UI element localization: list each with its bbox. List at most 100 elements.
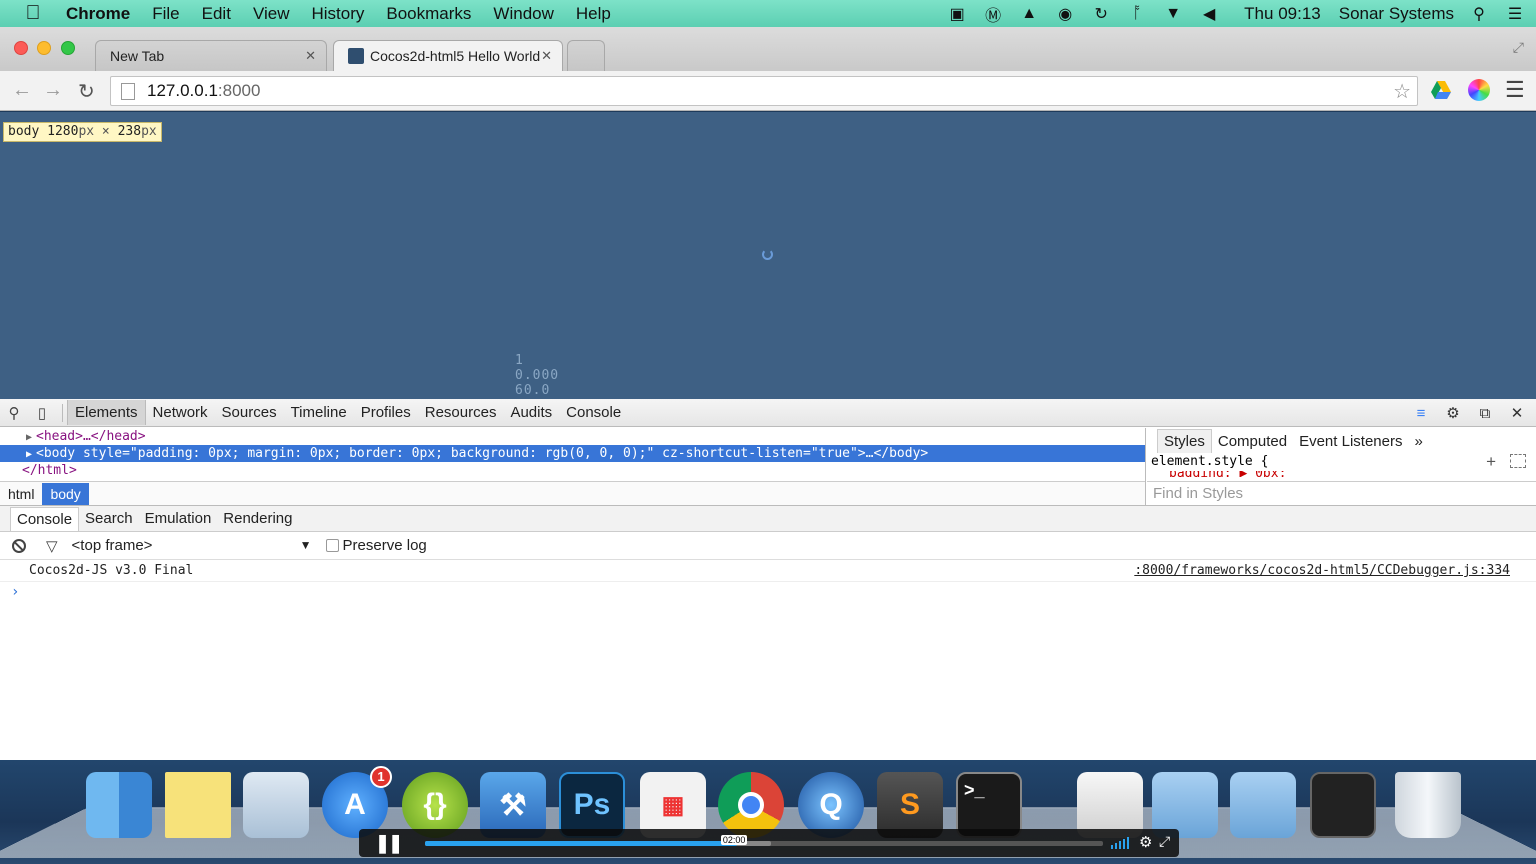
forward-arrow-icon[interactable]: → [43, 79, 63, 102]
back-arrow-icon[interactable]: ← [12, 79, 32, 102]
time-machine-icon[interactable]: ↻ [1090, 4, 1112, 24]
tooltip-unit: px [78, 124, 95, 139]
dock-side-icon[interactable]: ⧉ [1474, 405, 1496, 422]
tooltip-unit: px [141, 124, 157, 139]
bluetooth-icon[interactable]: ᚩ [1126, 4, 1148, 24]
dom-node-text: <head>…</head> [36, 429, 146, 444]
linux-folder-icon[interactable] [1230, 772, 1296, 838]
find-in-styles-input[interactable]: Find in Styles [1147, 481, 1536, 505]
device-mode-icon[interactable]: ▯ [28, 404, 56, 422]
tab-audits[interactable]: Audits [503, 400, 559, 425]
fullscreen-icon[interactable]: ⤢ [1513, 39, 1524, 56]
record-icon[interactable]: ◉ [1054, 4, 1076, 24]
chrome-menu-icon[interactable]: ☰ [1505, 77, 1527, 102]
screen-icon[interactable] [1310, 772, 1376, 838]
clear-console-icon[interactable] [12, 538, 26, 553]
dropdown-arrow-icon: ▼ [299, 538, 312, 552]
more-tabs-icon[interactable]: » [1408, 430, 1428, 453]
filter-icon[interactable]: ▽ [46, 537, 58, 555]
menu-view[interactable]: View [242, 4, 301, 24]
tab-timeline[interactable]: Timeline [284, 400, 354, 425]
tab-computed[interactable]: Computed [1212, 430, 1293, 453]
volume-bars-icon[interactable] [1111, 837, 1131, 849]
close-devtools-icon[interactable]: ✕ [1506, 404, 1528, 422]
drawer-tab-search[interactable]: Search [79, 507, 139, 530]
frame-select[interactable]: <top frame> ▼ [72, 537, 312, 554]
dom-node-head[interactable]: ▶ <head>…</head> [0, 428, 1145, 445]
stickies-icon[interactable] [165, 772, 231, 838]
breadcrumb-body[interactable]: body [42, 482, 89, 505]
drawer-tab-emulation[interactable]: Emulation [139, 507, 218, 530]
add-rule-icon[interactable]: + [1486, 454, 1496, 471]
loading-spinner-icon [762, 249, 773, 260]
element-style-rule[interactable]: element.style { + [1147, 454, 1536, 471]
trash-icon[interactable] [1395, 772, 1461, 838]
close-window-button[interactable] [14, 41, 28, 55]
breadcrumb: html body [0, 481, 1145, 505]
menu-app-name[interactable]: Chrome [66, 4, 141, 24]
notification-center-icon[interactable]: ☰ [1504, 4, 1526, 24]
color-picker-extension-icon[interactable] [1468, 79, 1490, 101]
tab-network[interactable]: Network [146, 400, 215, 425]
google-drive-icon[interactable] [1430, 79, 1452, 101]
gmail-icon[interactable]: Ⓜ [982, 4, 1004, 25]
tab-styles[interactable]: Styles [1157, 429, 1212, 453]
minimize-window-button[interactable] [37, 41, 51, 55]
breadcrumb-html[interactable]: html [0, 483, 42, 505]
console-source-link[interactable]: :8000/frameworks/cocos2d-html5/CCDebugge… [1134, 560, 1510, 582]
inspect-element-icon[interactable]: ⚲ [0, 404, 28, 422]
menu-user[interactable]: Sonar Systems [1339, 4, 1454, 24]
dom-node-html-close[interactable]: </html> [0, 462, 1145, 479]
fps-stats: 1 0.000 60.0 [515, 353, 559, 398]
apple-menu-icon[interactable]:  [0, 2, 66, 25]
address-bar[interactable]: 127.0.0.1:8000 ☆ [110, 76, 1418, 106]
reload-icon[interactable]: ↻ [78, 79, 95, 104]
toggle-element-state-icon[interactable] [1510, 454, 1526, 468]
tab-new-tab[interactable]: New Tab ✕ [95, 40, 327, 71]
pause-icon[interactable]: ❚❚ [375, 833, 403, 854]
tab-event-listeners[interactable]: Event Listeners [1293, 430, 1408, 453]
seek-bar[interactable]: 02:00 [425, 835, 1103, 846]
volume-icon[interactable]: ◀ [1198, 4, 1220, 24]
video-settings-icon[interactable]: ⚙ [1139, 833, 1152, 851]
spotlight-search-icon[interactable]: ⚲ [1468, 4, 1490, 24]
close-tab-icon[interactable]: ✕ [541, 48, 552, 64]
menu-help[interactable]: Help [565, 4, 622, 24]
show-drawer-icon[interactable]: ≡ [1410, 405, 1432, 422]
new-tab-button[interactable] [567, 40, 605, 71]
console-prompt[interactable]: › [11, 584, 19, 600]
tab-sources[interactable]: Sources [215, 400, 284, 425]
menu-history[interactable]: History [300, 4, 375, 24]
drawer-tab-rendering[interactable]: Rendering [217, 507, 298, 530]
zoom-window-button[interactable] [61, 41, 75, 55]
preserve-log-label[interactable]: Preserve log [343, 537, 427, 554]
page-viewport[interactable]: body 1280px × 238px 1 0.000 60.0 [0, 112, 1536, 399]
preserve-log-checkbox[interactable] [325, 539, 339, 552]
menu-file[interactable]: File [141, 4, 190, 24]
expand-triangle-icon[interactable]: ▶ [22, 429, 36, 445]
menu-edit[interactable]: Edit [191, 4, 242, 24]
settings-gear-icon[interactable]: ⚙ [1442, 404, 1464, 422]
close-tab-icon[interactable]: ✕ [305, 48, 316, 64]
tab-elements[interactable]: Elements [67, 400, 146, 425]
video-fullscreen-icon[interactable]: ⤢ [1159, 833, 1170, 850]
menu-clock[interactable]: Thu 09:13 [1244, 4, 1321, 24]
drawer-tab-console[interactable]: Console [10, 506, 80, 531]
tab-profiles[interactable]: Profiles [354, 400, 418, 425]
tab-resources[interactable]: Resources [418, 400, 504, 425]
drive-icon[interactable]: ▲ [1018, 4, 1040, 24]
dom-node-text: <body style="padding: 0px; margin: 0px; … [36, 446, 929, 461]
menu-bookmarks[interactable]: Bookmarks [375, 4, 482, 24]
time-tooltip: 02:00 [720, 835, 748, 845]
preview-icon[interactable] [243, 772, 309, 838]
tab-console[interactable]: Console [559, 400, 628, 425]
tab-cocos2d[interactable]: Cocos2d-html5 Hello World ✕ [333, 40, 563, 71]
finder-icon[interactable] [86, 772, 152, 838]
wifi-icon[interactable]: ▼ [1162, 4, 1184, 24]
bookmark-star-icon[interactable]: ☆ [1393, 79, 1411, 104]
expand-triangle-icon[interactable]: ▶ [22, 446, 36, 462]
dom-node-body[interactable]: ▶ <body style="padding: 0px; margin: 0px;… [0, 445, 1145, 462]
menu-window[interactable]: Window [482, 4, 564, 24]
screenshot-icon[interactable]: ▣ [946, 4, 968, 24]
console-toolbar: ▽ <top frame> ▼ Preserve log [0, 532, 1536, 560]
